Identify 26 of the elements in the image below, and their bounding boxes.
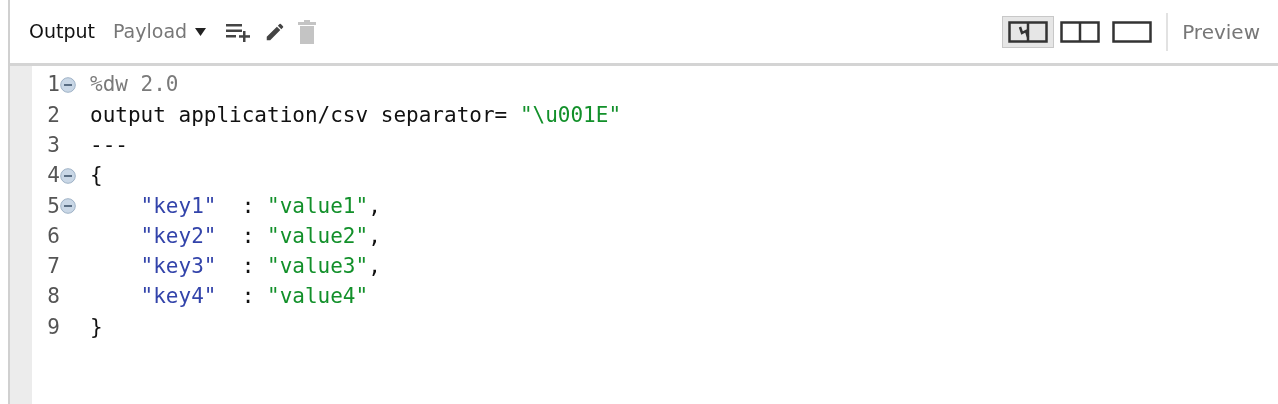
line-number: 4: [46, 162, 60, 190]
line-number: 7: [46, 253, 60, 281]
code-line: %dw 2.0: [90, 71, 179, 99]
fold-icon[interactable]: [60, 168, 76, 185]
payload-dropdown[interactable]: Payload: [113, 17, 207, 46]
code-line: "key3" : "value3",: [139, 253, 381, 281]
line-number: 6: [46, 222, 60, 250]
code-line: {: [90, 162, 103, 190]
line-number: 8: [46, 283, 60, 311]
code-line: ---: [90, 132, 128, 159]
fold-icon[interactable]: [60, 77, 76, 94]
panel-title: Output: [29, 19, 95, 45]
diff-layout-icon[interactable]: [1002, 15, 1055, 48]
line-number: 3: [46, 132, 60, 159]
fold-icon[interactable]: [60, 198, 76, 215]
code-line: output application/csv separator= "\u001E": [90, 101, 622, 129]
line-number: 5: [46, 192, 60, 220]
code-line: "key2" : "value2",: [139, 222, 381, 250]
preview-button[interactable]: Preview: [1182, 16, 1260, 47]
caret-icon: [195, 27, 207, 36]
code-line: "key1" : "value1",: [139, 192, 381, 220]
line-number: 9: [46, 313, 60, 341]
code-line: }: [90, 313, 103, 341]
code-line: "key4" : "value4": [139, 283, 369, 311]
line-number: 2: [46, 101, 60, 129]
line-number: 1: [46, 71, 60, 99]
